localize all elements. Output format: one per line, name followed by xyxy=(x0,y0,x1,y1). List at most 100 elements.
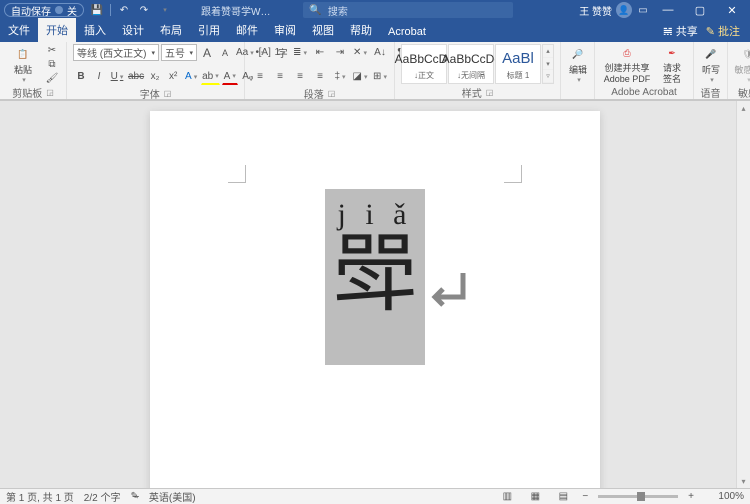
minimize-icon[interactable]: — xyxy=(654,0,682,20)
page-info[interactable]: 第 1 页, 共 1 页 xyxy=(6,489,74,504)
zoom-slider[interactable] xyxy=(598,495,678,498)
paragraph-launcher-icon[interactable]: ◲ xyxy=(328,89,336,98)
share-button[interactable]: 𝌣共享 xyxy=(663,23,698,39)
create-share-pdf-button[interactable]: ⎙ 创建并共享 Adobe PDF xyxy=(601,44,653,84)
user-name[interactable]: 王 赞赞 xyxy=(579,3,612,18)
group-clipboard: 📋 粘贴 ✂ ⧉ 🖌 剪贴板◲ xyxy=(0,42,67,99)
align-center-button[interactable]: ≡ xyxy=(271,68,289,85)
shield-icon: 🛡 xyxy=(737,44,750,65)
shrink-font-button[interactable]: A xyxy=(217,44,233,61)
highlight-button[interactable]: ab xyxy=(201,68,220,85)
group-font: 等线 (西文正文)▾ 五号▾ A A Aa [A] 字 B I U abc x₂… xyxy=(67,42,245,99)
user-avatar-icon[interactable]: 👤 xyxy=(616,2,632,18)
subscript-button[interactable]: x₂ xyxy=(147,68,163,85)
undo-icon[interactable]: ↶ xyxy=(117,3,131,17)
justify-button[interactable]: ≡ xyxy=(311,68,329,85)
cut-icon[interactable]: ✂ xyxy=(44,44,60,56)
status-bar: 第 1 页, 共 1 页 2/2 个字 ✎̶ 英语(美国) ▥ ▦ ▤ − + … xyxy=(0,488,750,504)
style-normal[interactable]: AaBbCcDc ↓正文 xyxy=(401,44,447,84)
selected-text-block[interactable]: j i ǎ 斝 xyxy=(325,189,425,365)
print-layout-icon[interactable]: ▦ xyxy=(526,490,544,504)
margin-marker-icon xyxy=(228,165,246,183)
maximize-icon[interactable]: ▢ xyxy=(686,0,714,20)
scroll-up-icon[interactable]: ▴ xyxy=(737,101,750,115)
font-size-select[interactable]: 五号▾ xyxy=(161,44,197,61)
close-icon[interactable]: ✕ xyxy=(718,0,746,20)
zoom-out-button[interactable]: − xyxy=(582,491,588,502)
share-icon: 𝌣 xyxy=(663,25,673,38)
spellcheck-icon[interactable]: ✎̶ xyxy=(130,491,138,502)
tab-design[interactable]: 设计 xyxy=(114,18,152,42)
tab-review[interactable]: 审阅 xyxy=(266,18,304,42)
margin-marker-icon xyxy=(504,165,522,183)
autosave-toggle[interactable]: 自动保存 关 xyxy=(4,3,84,17)
tab-insert[interactable]: 插入 xyxy=(76,18,114,42)
bullets-button[interactable]: • xyxy=(251,44,269,61)
tab-file[interactable]: 文件 xyxy=(0,18,38,42)
borders-button[interactable]: ⊞ xyxy=(371,68,389,85)
sort-button[interactable]: A↓ xyxy=(371,44,389,61)
numbering-button[interactable]: 1 xyxy=(271,44,289,61)
format-painter-icon[interactable]: 🖌 xyxy=(44,72,60,84)
tab-home[interactable]: 开始 xyxy=(38,18,76,42)
document-area[interactable]: j i ǎ 斝 ▴ ▾ xyxy=(0,100,750,488)
paragraph-mark-icon xyxy=(429,267,473,311)
paste-button[interactable]: 📋 粘贴 xyxy=(6,44,40,84)
zoom-in-button[interactable]: + xyxy=(688,491,694,502)
copy-icon[interactable]: ⧉ xyxy=(44,58,60,70)
zoom-level[interactable]: 100% xyxy=(704,491,744,502)
web-layout-icon[interactable]: ▤ xyxy=(554,490,572,504)
style-heading1[interactable]: AaBl 标题 1 xyxy=(495,44,541,84)
superscript-button[interactable]: x² xyxy=(165,68,181,85)
scroll-down-icon[interactable]: ▾ xyxy=(737,474,750,488)
search-icon: 🔍 xyxy=(309,5,321,16)
page[interactable]: j i ǎ 斝 xyxy=(150,111,600,488)
font-color-button[interactable]: A xyxy=(222,68,238,85)
asian-layout-button[interactable]: ✕ xyxy=(351,44,369,61)
title-bar: 自动保存 关 💾 ↶ ↷ 跟着赞哥学W… 🔍 搜索 王 赞赞 👤 ▭ — ▢ ✕ xyxy=(0,0,750,20)
comments-button[interactable]: ✎批注 xyxy=(706,23,740,39)
group-paragraph: • 1 ≣ ⇤ ⇥ ✕ A↓ ¶ ≡ ≡ ≡ ≡ ‡ ◪ ⊞ 段落◲ xyxy=(245,42,395,99)
font-family-select[interactable]: 等线 (西文正文)▾ xyxy=(73,44,159,61)
tab-mailings[interactable]: 邮件 xyxy=(228,18,266,42)
decrease-indent-button[interactable]: ⇤ xyxy=(311,44,329,61)
tab-view[interactable]: 视图 xyxy=(304,18,342,42)
save-icon[interactable]: 💾 xyxy=(90,3,104,17)
style-no-spacing[interactable]: AaBbCcDc ↓无间隔 xyxy=(448,44,494,84)
word-count[interactable]: 2/2 个字 xyxy=(84,489,121,504)
multilevel-button[interactable]: ≣ xyxy=(291,44,309,61)
tab-acrobat[interactable]: Acrobat xyxy=(380,22,434,42)
group-sensitivity: 🛡 敏感度 敏感度 xyxy=(728,42,750,99)
sensitivity-button[interactable]: 🛡 敏感度 xyxy=(734,44,750,84)
font-launcher-icon[interactable]: ◲ xyxy=(164,89,172,98)
chevron-down-icon: ▾ xyxy=(543,58,553,71)
focus-mode-icon[interactable]: ▥ xyxy=(498,490,516,504)
dictate-button[interactable]: 🎤 听写 xyxy=(700,44,722,84)
tab-references[interactable]: 引用 xyxy=(190,18,228,42)
increase-indent-button[interactable]: ⇥ xyxy=(331,44,349,61)
clipboard-launcher-icon[interactable]: ◲ xyxy=(46,88,54,97)
redo-icon[interactable]: ↷ xyxy=(137,3,151,17)
strike-button[interactable]: abc xyxy=(127,68,145,85)
underline-button[interactable]: U xyxy=(109,68,125,85)
styles-launcher-icon[interactable]: ◲ xyxy=(486,88,494,97)
request-signature-button[interactable]: ✒ 请求 签名 xyxy=(657,44,687,84)
align-left-button[interactable]: ≡ xyxy=(251,68,269,85)
text-effects-button[interactable]: A xyxy=(183,68,199,85)
italic-button[interactable]: I xyxy=(91,68,107,85)
grow-font-button[interactable]: A xyxy=(199,44,215,61)
tab-layout[interactable]: 布局 xyxy=(152,18,190,42)
line-spacing-button[interactable]: ‡ xyxy=(331,68,349,85)
styles-gallery-expand[interactable]: ▴ ▾ ▿ xyxy=(542,44,554,84)
bold-button[interactable]: B xyxy=(73,68,89,85)
search-input[interactable]: 🔍 搜索 xyxy=(303,2,513,18)
qat-customize-icon[interactable] xyxy=(157,3,171,17)
language-label[interactable]: 英语(美国) xyxy=(149,489,196,504)
ribbon-display-icon[interactable]: ▭ xyxy=(636,3,650,17)
shading-button[interactable]: ◪ xyxy=(351,68,369,85)
tab-help[interactable]: 帮助 xyxy=(342,18,380,42)
group-editing: 🔎 编辑 xyxy=(561,42,595,99)
vertical-scrollbar[interactable]: ▴ ▾ xyxy=(736,101,750,488)
editing-button[interactable]: 🔎 编辑 xyxy=(567,44,589,84)
align-right-button[interactable]: ≡ xyxy=(291,68,309,85)
